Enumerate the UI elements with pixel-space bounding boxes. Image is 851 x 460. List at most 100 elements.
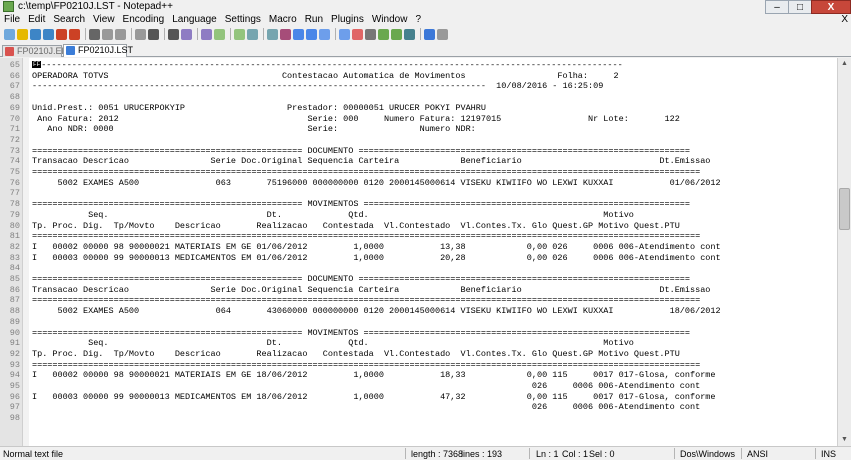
line-number: 81 bbox=[9, 231, 20, 242]
line-number: 96 bbox=[9, 391, 20, 402]
text-line: ========================================… bbox=[32, 328, 690, 339]
show-all-chars-icon[interactable] bbox=[293, 28, 304, 40]
line-text: Seq. Dt. Qtd. Motivo bbox=[32, 338, 634, 349]
scroll-down-icon[interactable]: ▼ bbox=[838, 434, 851, 446]
menu-window[interactable]: Window bbox=[368, 14, 412, 26]
word-wrap-icon[interactable] bbox=[280, 28, 291, 40]
line-number: 92 bbox=[9, 348, 20, 359]
record-macro-icon[interactable] bbox=[352, 28, 363, 40]
toolbar-separator bbox=[420, 28, 421, 40]
tab-fp0210j-lst[interactable]: FP0210J.LST bbox=[63, 44, 133, 57]
line-number: 80 bbox=[9, 220, 20, 231]
text-line: Transacao Descricao Serie Doc.Original S… bbox=[32, 285, 710, 296]
status-column: Col : 1 bbox=[562, 449, 589, 459]
line-text: Transacao Descricao Serie Doc.Original S… bbox=[32, 156, 711, 167]
menu-language[interactable]: Language bbox=[168, 14, 221, 26]
cut-icon[interactable] bbox=[102, 28, 113, 40]
menu-file[interactable]: File bbox=[0, 14, 24, 26]
text-line: Tp. Proc. Dig. Tp/Movto Descricao Realiz… bbox=[32, 349, 680, 360]
indent-guide-icon[interactable] bbox=[306, 28, 317, 40]
maximize-button[interactable]: □ bbox=[788, 0, 812, 14]
status-insert-mode[interactable]: INS bbox=[821, 448, 836, 460]
line-number: 89 bbox=[9, 316, 20, 327]
menu-run[interactable]: Run bbox=[301, 14, 327, 26]
line-text: ========================================… bbox=[32, 199, 691, 210]
line-text: I 00002 00000 98 90000021 MATERIAIS EM G… bbox=[32, 370, 716, 381]
status-line-number: Ln : 1 bbox=[536, 449, 559, 459]
text-area[interactable]: FF--------------------------------------… bbox=[32, 58, 837, 446]
menu-encoding[interactable]: Encoding bbox=[119, 14, 169, 26]
line-number: 90 bbox=[9, 327, 20, 338]
text-line: 026 0006 006-Atendimento cont bbox=[32, 402, 700, 413]
menu-help[interactable]: ? bbox=[411, 14, 425, 26]
text-line: OPERADORA TOTVS Contestacao Automatica d… bbox=[32, 71, 619, 82]
play-macro-icon[interactable] bbox=[378, 28, 389, 40]
close-button[interactable]: X bbox=[811, 0, 851, 14]
save-macro-icon[interactable] bbox=[404, 28, 415, 40]
status-eol-format[interactable]: Dos\Windows bbox=[680, 448, 735, 460]
line-number: 84 bbox=[9, 263, 20, 274]
function-list-icon[interactable] bbox=[339, 28, 350, 40]
status-divider bbox=[674, 448, 675, 459]
monitor-icon[interactable] bbox=[437, 28, 448, 40]
line-text: ----------------------------------------… bbox=[32, 81, 604, 92]
line-text: I 00003 00000 99 90000013 MEDICAMENTOS E… bbox=[32, 252, 721, 263]
paste-icon[interactable] bbox=[135, 28, 146, 40]
line-text: 026 0006 006-Atendimento cont bbox=[32, 402, 701, 413]
toolbar-separator bbox=[85, 28, 86, 40]
menu-search[interactable]: Search bbox=[49, 14, 89, 26]
scroll-thumb[interactable] bbox=[839, 188, 850, 230]
line-text: Ano NDR: 0000 Serie: Numero NDR: bbox=[32, 124, 476, 135]
doc-map-icon[interactable] bbox=[319, 28, 330, 40]
status-encoding[interactable]: ANSI bbox=[747, 448, 768, 460]
line-text: 5002 EXAMES A500 064 43060000 000000000 … bbox=[32, 306, 721, 317]
line-number: 69 bbox=[9, 102, 20, 113]
spellcheck-icon[interactable] bbox=[424, 28, 435, 40]
menu-view[interactable]: View bbox=[89, 14, 119, 26]
zoom-out-icon[interactable] bbox=[234, 28, 245, 40]
line-number: 85 bbox=[9, 274, 20, 284]
print-icon[interactable] bbox=[89, 28, 100, 40]
redo-icon[interactable] bbox=[168, 28, 179, 40]
scroll-up-icon[interactable]: ▲ bbox=[838, 58, 851, 70]
menu-edit[interactable]: Edit bbox=[24, 14, 49, 26]
unsaved-file-icon bbox=[5, 47, 14, 56]
toolbar-separator bbox=[164, 28, 165, 40]
editor[interactable]: 65 66 67 68 69 70 71 72 73 74 75 76 77 78 79 80 81 82 83 84… bbox=[0, 58, 851, 446]
menu-macro[interactable]: Macro bbox=[265, 14, 301, 26]
sync-horizontal-icon[interactable] bbox=[267, 28, 278, 40]
new-file-icon[interactable] bbox=[4, 28, 15, 40]
save-all-icon[interactable] bbox=[43, 28, 54, 40]
run-macro-multiple-icon[interactable] bbox=[391, 28, 402, 40]
line-text: ----------------------------------------… bbox=[41, 60, 623, 70]
close-icon[interactable] bbox=[56, 28, 67, 40]
line-text: Unid.Prest.: 0051 URUCERPOKYIP Prestador… bbox=[32, 102, 486, 113]
save-icon[interactable] bbox=[30, 28, 41, 40]
title-bar: c:\temp\FP0210J.LST - Notepad++ – □ X bbox=[0, 0, 851, 14]
text-line: Seq. Dt. Qtd. Motivo bbox=[32, 210, 634, 221]
undo-icon[interactable] bbox=[148, 28, 159, 40]
sync-vertical-icon[interactable] bbox=[247, 28, 258, 40]
line-number: 65 bbox=[9, 60, 20, 70]
status-lines: lines : 193 bbox=[461, 449, 503, 459]
replace-icon[interactable] bbox=[201, 28, 212, 40]
close-document-button[interactable]: X bbox=[841, 14, 848, 26]
menu-plugins[interactable]: Plugins bbox=[327, 14, 368, 26]
vertical-scrollbar[interactable]: ▲ ▼ bbox=[837, 58, 851, 446]
copy-icon[interactable] bbox=[115, 28, 126, 40]
stop-record-icon[interactable] bbox=[365, 28, 376, 40]
tab-fp0210j-err[interactable]: FP0210J.ERR bbox=[2, 45, 75, 57]
line-text: 026 0006 006-Atendimento cont bbox=[32, 381, 701, 391]
close-all-icon[interactable] bbox=[69, 28, 80, 40]
text-line: I 00003 00000 99 90000013 MEDICAMENTOS E… bbox=[32, 392, 716, 403]
line-number-gutter: 65 66 67 68 69 70 71 72 73 74 75 76 77 78 79 80 81 82 83 84… bbox=[0, 58, 23, 446]
line-text: Tp. Proc. Dig. Tp/Movto Descricao Realiz… bbox=[32, 348, 680, 359]
line-number: 79 bbox=[9, 209, 20, 220]
line-number: 97 bbox=[9, 402, 20, 413]
minimize-button[interactable]: – bbox=[765, 0, 789, 14]
toolbar-separator bbox=[230, 28, 231, 40]
open-file-icon[interactable] bbox=[17, 28, 28, 40]
menu-settings[interactable]: Settings bbox=[221, 14, 265, 26]
zoom-in-icon[interactable] bbox=[214, 28, 225, 40]
find-icon[interactable] bbox=[181, 28, 192, 40]
